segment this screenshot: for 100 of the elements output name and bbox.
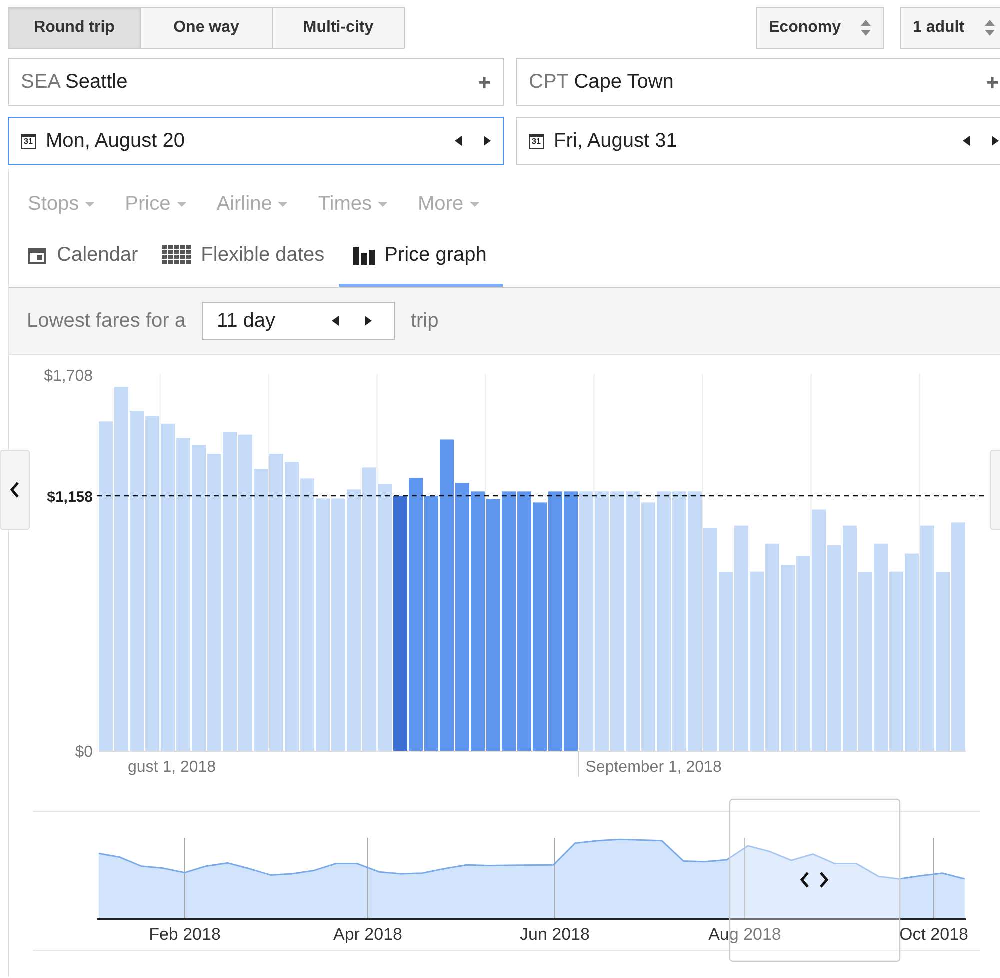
bar[interactable] xyxy=(130,411,144,751)
caret-icon xyxy=(470,202,480,206)
date-text: Fri, August 31 xyxy=(554,129,678,154)
bar[interactable] xyxy=(564,492,578,751)
bar[interactable] xyxy=(642,502,656,751)
caret-icon xyxy=(278,202,288,206)
trip-type-button[interactable]: One way xyxy=(141,7,273,49)
bar[interactable] xyxy=(362,468,376,751)
bar[interactable] xyxy=(548,492,562,751)
previous-arrow-icon[interactable] xyxy=(455,136,462,146)
axis-label: $0 xyxy=(75,744,93,761)
bar[interactable] xyxy=(595,492,609,751)
add-button[interactable]: + xyxy=(478,66,491,98)
chevron-left-icon xyxy=(10,482,20,498)
chevrons-icon[interactable] xyxy=(800,872,829,888)
bar[interactable] xyxy=(440,440,454,751)
bar[interactable] xyxy=(858,572,872,751)
previous-arrow-icon[interactable] xyxy=(963,136,970,146)
bar[interactable] xyxy=(254,469,268,751)
bar[interactable] xyxy=(936,572,950,751)
bar[interactable] xyxy=(890,572,904,751)
destination-field[interactable]: CPT Cape Town + xyxy=(516,58,1000,106)
add-button[interactable]: + xyxy=(986,66,999,98)
bar[interactable] xyxy=(114,387,128,751)
bar-chart-icon xyxy=(352,244,375,264)
bar[interactable] xyxy=(192,445,206,751)
bar[interactable] xyxy=(952,522,966,751)
trip-type-button[interactable]: Multi-city xyxy=(273,7,405,49)
bar[interactable] xyxy=(316,498,330,751)
bar[interactable] xyxy=(486,499,500,751)
bar[interactable] xyxy=(238,434,252,751)
bar[interactable] xyxy=(781,564,795,751)
bar[interactable] xyxy=(704,528,718,751)
sort-arrows-icon xyxy=(861,19,872,37)
select-value: Economy xyxy=(769,18,842,38)
bar[interactable] xyxy=(610,492,624,751)
view-tab[interactable]: Calendar xyxy=(17,225,148,287)
cabin-class-select[interactable]: Economy xyxy=(756,7,884,49)
previous-arrow-icon[interactable] xyxy=(332,316,339,326)
bar[interactable] xyxy=(688,492,702,751)
bar[interactable] xyxy=(300,478,314,751)
passengers-select[interactable]: 1 adult xyxy=(900,7,1000,49)
bar[interactable] xyxy=(750,572,764,751)
next-arrow-icon[interactable] xyxy=(364,316,372,326)
bar[interactable] xyxy=(146,416,160,751)
month-label: Oct 2018 xyxy=(900,925,968,944)
bar[interactable] xyxy=(456,483,470,751)
bar[interactable] xyxy=(843,526,857,751)
bar[interactable] xyxy=(223,432,237,751)
trip-length-field[interactable]: 11 day xyxy=(202,302,395,340)
bar[interactable] xyxy=(208,454,222,751)
axis-label: $1,708 xyxy=(44,368,93,385)
origin-field[interactable]: SEA Seattle + xyxy=(8,58,504,106)
bar[interactable] xyxy=(874,544,888,751)
select-value: 1 adult xyxy=(913,18,965,38)
bar[interactable] xyxy=(270,454,284,751)
bar[interactable] xyxy=(176,438,190,751)
bar[interactable] xyxy=(672,492,686,751)
bar[interactable] xyxy=(332,498,346,751)
previous-button[interactable] xyxy=(0,450,30,530)
bar[interactable] xyxy=(734,526,748,751)
month-label: Aug 2018 xyxy=(708,925,782,944)
bar[interactable] xyxy=(285,462,299,751)
bar[interactable] xyxy=(920,526,934,751)
calendar-icon: 31 xyxy=(21,134,36,148)
caret-icon xyxy=(85,202,96,206)
bar[interactable] xyxy=(161,424,175,751)
bar[interactable] xyxy=(378,484,392,751)
bar[interactable] xyxy=(828,545,842,751)
bar[interactable] xyxy=(812,510,826,751)
bar[interactable] xyxy=(471,492,485,751)
month-label: Feb 2018 xyxy=(149,925,221,944)
bar[interactable] xyxy=(766,544,780,751)
bar[interactable] xyxy=(409,478,423,751)
bar[interactable] xyxy=(719,572,733,751)
bar[interactable] xyxy=(657,492,671,751)
bar[interactable] xyxy=(580,492,594,751)
place-text: SEA Seattle xyxy=(21,70,128,95)
bar[interactable] xyxy=(533,502,547,751)
bar[interactable] xyxy=(394,496,408,751)
departure-date-field[interactable]: 31 Mon, August 20 xyxy=(8,117,504,165)
bar[interactable] xyxy=(626,492,640,751)
bar[interactable] xyxy=(518,492,532,751)
view-tab[interactable]: Flexible dates xyxy=(152,225,335,287)
bar[interactable] xyxy=(347,490,361,751)
next-arrow-icon[interactable] xyxy=(992,136,999,146)
bar[interactable] xyxy=(905,554,919,751)
bar[interactable] xyxy=(796,556,810,751)
axis-label: September 1, 2018 xyxy=(586,759,722,776)
axis-label: gust 1, 2018 xyxy=(128,759,216,776)
bar[interactable] xyxy=(99,422,113,751)
bar[interactable] xyxy=(502,492,516,751)
place-text: CPT Cape Town xyxy=(529,70,674,95)
caret-icon xyxy=(176,202,187,206)
month-label: Apr 2018 xyxy=(334,925,402,944)
trip-type-button[interactable]: Round trip xyxy=(8,7,141,49)
next-arrow-icon[interactable] xyxy=(484,136,491,146)
month-label: Jun 2018 xyxy=(520,925,590,944)
return-date-field[interactable]: 31 Fri, August 31 xyxy=(516,117,1000,165)
bar[interactable] xyxy=(424,496,438,751)
